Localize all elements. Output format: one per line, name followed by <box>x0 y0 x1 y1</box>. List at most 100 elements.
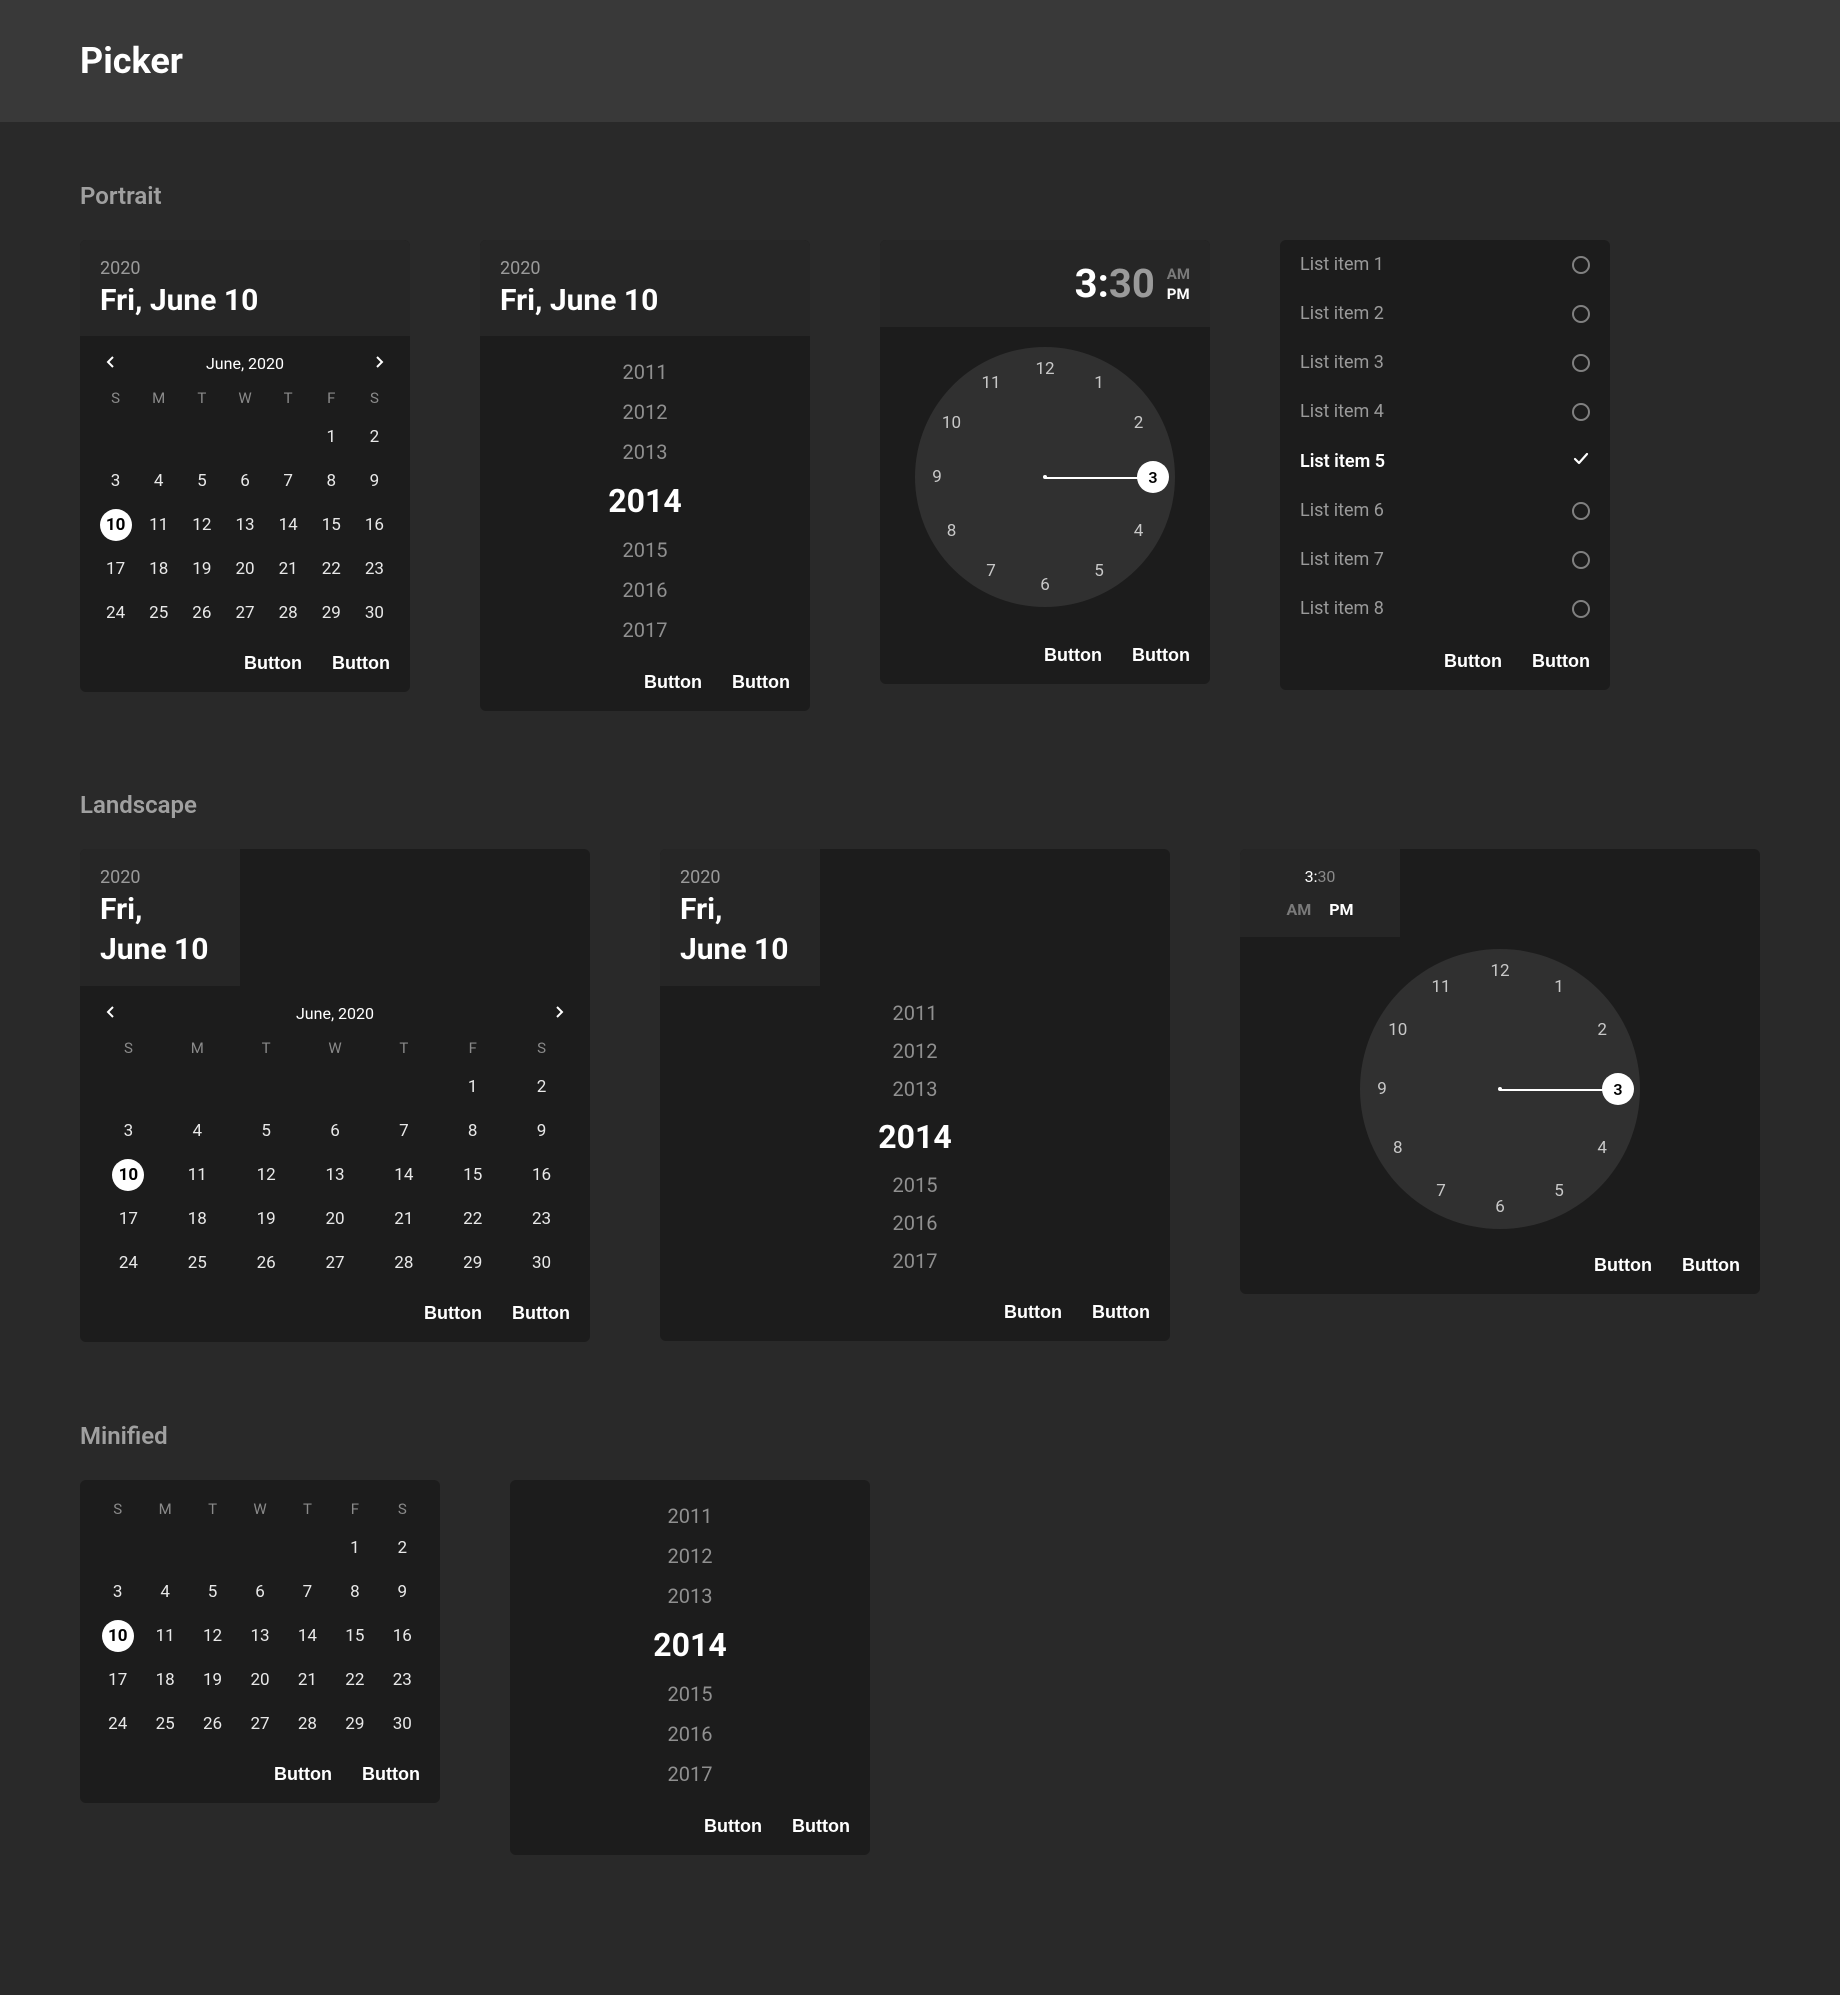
calendar-day[interactable]: 2 <box>353 415 396 459</box>
calendar-day[interactable]: 8 <box>331 1570 378 1614</box>
clock-number[interactable]: 8 <box>947 521 957 541</box>
year-option[interactable]: 2015 <box>623 530 668 570</box>
header-date-line1[interactable]: Fri, <box>100 892 220 928</box>
header-year[interactable]: 2020 <box>100 258 390 279</box>
clock-number[interactable]: 10 <box>1388 1020 1407 1040</box>
year-option[interactable]: 2013 <box>623 432 668 472</box>
list-item[interactable]: List item 8 <box>1280 584 1610 633</box>
calendar-day[interactable]: 20 <box>223 547 266 591</box>
calendar-day[interactable]: 13 <box>301 1153 370 1197</box>
clock-number[interactable]: 10 <box>942 413 961 433</box>
calendar-day[interactable]: 16 <box>379 1614 426 1658</box>
calendar-day[interactable]: 27 <box>301 1241 370 1285</box>
calendar-day[interactable]: 30 <box>353 591 396 635</box>
calendar-day[interactable]: 30 <box>379 1702 426 1746</box>
calendar-day[interactable]: 11 <box>163 1153 232 1197</box>
calendar-day[interactable]: 15 <box>438 1153 507 1197</box>
year-option[interactable]: 2011 <box>623 352 668 392</box>
year-option[interactable]: 2012 <box>893 1032 938 1070</box>
clock-face[interactable]: 1212345678910113 <box>1360 949 1640 1229</box>
clock-number[interactable]: 8 <box>1393 1138 1403 1158</box>
chevron-right-icon[interactable] <box>550 1005 570 1023</box>
minute[interactable]: 30 <box>1317 867 1335 886</box>
ok-button[interactable]: Button <box>792 1816 850 1837</box>
ok-button[interactable]: Button <box>1532 651 1590 672</box>
calendar-day[interactable]: 15 <box>310 503 353 547</box>
ok-button[interactable]: Button <box>1682 1255 1740 1276</box>
calendar-day[interactable]: 6 <box>301 1109 370 1153</box>
calendar-day[interactable]: 24 <box>94 591 137 635</box>
ok-button[interactable]: Button <box>732 672 790 693</box>
cancel-button[interactable]: Button <box>704 1816 762 1837</box>
calendar-day[interactable]: 4 <box>141 1570 188 1614</box>
clock-number[interactable]: 11 <box>981 373 1000 393</box>
calendar-day[interactable]: 22 <box>310 547 353 591</box>
calendar-day[interactable]: 9 <box>353 459 396 503</box>
clock-number[interactable]: 12 <box>1035 359 1054 379</box>
calendar-day[interactable]: 6 <box>236 1570 283 1614</box>
calendar-day[interactable]: 26 <box>180 591 223 635</box>
calendar-day[interactable]: 17 <box>94 1658 141 1702</box>
chevron-right-icon[interactable] <box>370 355 390 373</box>
calendar-day[interactable]: 10 <box>94 1614 141 1658</box>
year-option[interactable]: 2016 <box>893 1204 938 1242</box>
calendar-day[interactable]: 14 <box>284 1614 331 1658</box>
calendar-day[interactable]: 1 <box>438 1065 507 1109</box>
calendar-day[interactable]: 24 <box>94 1702 141 1746</box>
calendar-day[interactable]: 21 <box>369 1197 438 1241</box>
clock-handle[interactable]: 3 <box>1602 1073 1634 1105</box>
calendar-day[interactable]: 17 <box>94 1197 163 1241</box>
calendar-day[interactable]: 23 <box>379 1658 426 1702</box>
list-item[interactable]: List item 4 <box>1280 387 1610 436</box>
calendar-day[interactable]: 2 <box>507 1065 576 1109</box>
calendar-day[interactable]: 17 <box>94 547 137 591</box>
calendar-day[interactable]: 19 <box>232 1197 301 1241</box>
year-option[interactable]: 2017 <box>623 610 668 650</box>
clock-face[interactable]: 1212345678910113 <box>915 347 1175 607</box>
calendar-day[interactable]: 3 <box>94 459 137 503</box>
clock-number[interactable]: 2 <box>1597 1020 1607 1040</box>
calendar-day[interactable]: 4 <box>137 459 180 503</box>
clock-number[interactable]: 2 <box>1134 413 1144 433</box>
header-date-line1[interactable]: Fri, <box>680 892 800 928</box>
header-date-line2[interactable]: June 10 <box>100 932 220 968</box>
calendar-day[interactable]: 21 <box>284 1658 331 1702</box>
clock-number[interactable]: 4 <box>1597 1138 1607 1158</box>
calendar-day[interactable]: 5 <box>189 1570 236 1614</box>
clock-number[interactable]: 5 <box>1554 1181 1564 1201</box>
calendar-day[interactable]: 1 <box>331 1526 378 1570</box>
calendar-day[interactable]: 3 <box>94 1109 163 1153</box>
calendar-day[interactable]: 28 <box>284 1702 331 1746</box>
list-item[interactable]: List item 5 <box>1280 436 1610 486</box>
pm-option[interactable]: PM <box>1167 285 1190 303</box>
calendar-day[interactable]: 7 <box>267 459 310 503</box>
year-option[interactable]: 2016 <box>623 570 668 610</box>
calendar-day[interactable]: 25 <box>163 1241 232 1285</box>
calendar-day[interactable]: 7 <box>284 1570 331 1614</box>
header-year[interactable]: 2020 <box>680 867 800 888</box>
cancel-button[interactable]: Button <box>244 653 302 674</box>
ok-button[interactable]: Button <box>512 1303 570 1324</box>
clock-number[interactable]: 5 <box>1094 561 1104 581</box>
calendar-day[interactable]: 3 <box>94 1570 141 1614</box>
calendar-day[interactable]: 12 <box>232 1153 301 1197</box>
list-item[interactable]: List item 1 <box>1280 240 1610 289</box>
clock-number[interactable]: 9 <box>1377 1079 1387 1099</box>
cancel-button[interactable]: Button <box>424 1303 482 1324</box>
calendar-day[interactable]: 27 <box>223 591 266 635</box>
calendar-day[interactable]: 25 <box>137 591 180 635</box>
cancel-button[interactable]: Button <box>274 1764 332 1785</box>
year-option[interactable]: 2013 <box>668 1576 713 1616</box>
calendar-day[interactable]: 11 <box>141 1614 188 1658</box>
list-item[interactable]: List item 7 <box>1280 535 1610 584</box>
calendar-day[interactable]: 5 <box>180 459 223 503</box>
clock-number[interactable]: 7 <box>986 561 996 581</box>
year-option[interactable]: 2014 <box>878 1108 951 1166</box>
year-option[interactable]: 2011 <box>668 1496 713 1536</box>
year-option[interactable]: 2017 <box>668 1754 713 1794</box>
calendar-day[interactable]: 18 <box>141 1658 188 1702</box>
calendar-day[interactable]: 1 <box>310 415 353 459</box>
cancel-button[interactable]: Button <box>1004 1302 1062 1323</box>
cancel-button[interactable]: Button <box>1594 1255 1652 1276</box>
ok-button[interactable]: Button <box>332 653 390 674</box>
